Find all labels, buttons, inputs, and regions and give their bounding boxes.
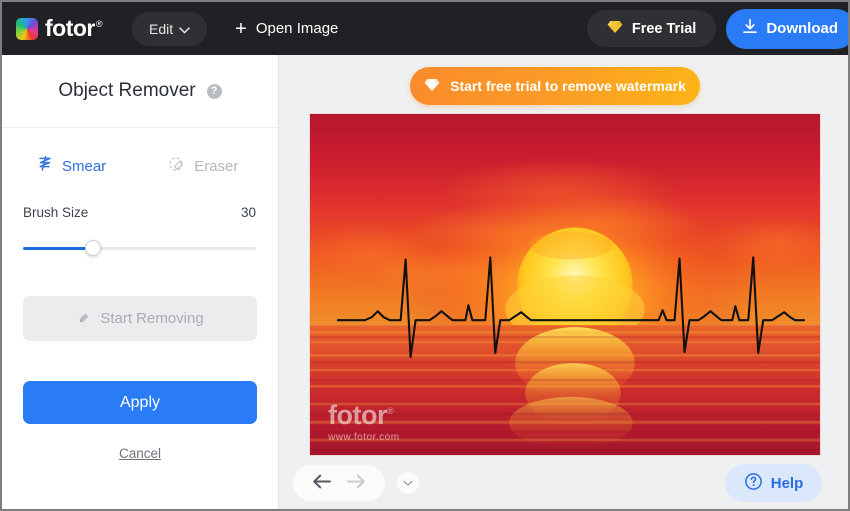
remove-watermark-cta-label: Start free trial to remove watermark xyxy=(450,78,686,94)
help-label: Help xyxy=(770,474,804,492)
free-trial-button[interactable]: Free Trial xyxy=(586,10,717,47)
tool-mode-tabs: Smear Eraser xyxy=(2,155,278,178)
arrow-right-icon xyxy=(346,474,366,493)
fotor-app-window: fotor® Edit + Open Image Free Trial Down… xyxy=(0,0,850,511)
tab-eraser[interactable]: Eraser xyxy=(168,155,238,178)
help-button[interactable]: Help xyxy=(725,464,822,502)
tool-sidebar: Object Remover ? Smear Eraser Brush Size… xyxy=(2,55,279,509)
remove-watermark-cta-button[interactable]: Start free trial to remove watermark xyxy=(410,67,700,105)
brush-size-row: Brush Size 30 xyxy=(23,205,256,220)
canvas-area: Start free trial to remove watermark fot… xyxy=(279,55,848,509)
start-removing-button[interactable]: Start Removing xyxy=(23,296,257,341)
free-trial-label: Free Trial xyxy=(631,20,697,37)
question-circle-icon xyxy=(744,472,763,495)
open-image-button[interactable]: + Open Image xyxy=(235,19,338,39)
tab-smear[interactable]: Smear xyxy=(36,155,106,178)
undo-redo-group xyxy=(293,465,385,501)
registered-trademark-icon: ® xyxy=(95,19,103,30)
page-title: Object Remover xyxy=(58,80,196,101)
start-removing-label: Start Removing xyxy=(100,310,204,327)
chevron-down-icon xyxy=(179,21,190,37)
diamond-icon xyxy=(424,78,440,95)
expand-toolbar-button[interactable] xyxy=(397,472,419,494)
brush-size-value: 30 xyxy=(240,205,256,220)
open-image-label: Open Image xyxy=(255,20,339,37)
panel-header: Object Remover ? xyxy=(2,55,278,128)
canvas-bottom-toolbar: Help xyxy=(279,455,848,509)
slider-fill xyxy=(23,247,93,250)
download-arrow-icon xyxy=(742,18,758,39)
help-tooltip-icon[interactable]: ? xyxy=(206,83,222,99)
tab-smear-label: Smear xyxy=(62,158,107,175)
app-header: fotor® Edit + Open Image Free Trial Down… xyxy=(2,2,848,55)
brand-name: fotor® xyxy=(45,15,103,41)
brush-size-label: Brush Size xyxy=(23,205,89,220)
sunset-ecg-image xyxy=(310,114,820,455)
cancel-button[interactable]: Cancel xyxy=(2,446,278,461)
apply-button[interactable]: Apply xyxy=(23,381,257,424)
download-label: Download xyxy=(766,20,838,37)
brand-name-text: fotor xyxy=(45,15,95,41)
apply-label: Apply xyxy=(119,393,161,411)
plus-icon: + xyxy=(235,17,247,40)
smear-squiggle-icon xyxy=(36,155,54,178)
header-actions: Free Trial Download xyxy=(586,8,848,49)
download-button[interactable]: Download xyxy=(726,8,848,49)
arrow-left-icon[interactable] xyxy=(312,474,332,493)
brush-size-slider[interactable] xyxy=(23,240,256,256)
tab-eraser-label: Eraser xyxy=(194,158,239,175)
eraser-icon xyxy=(76,309,92,329)
eraser-icon xyxy=(168,155,186,178)
diamond-icon xyxy=(607,20,623,38)
image-canvas[interactable]: fotor® www.fotor.com xyxy=(309,113,821,456)
brand-logo[interactable]: fotor® xyxy=(16,15,103,41)
edit-menu-label: Edit xyxy=(149,20,174,37)
edit-menu-button[interactable]: Edit xyxy=(132,11,208,46)
slider-thumb[interactable] xyxy=(84,240,101,256)
rainbow-color-wheel-icon xyxy=(16,17,38,40)
